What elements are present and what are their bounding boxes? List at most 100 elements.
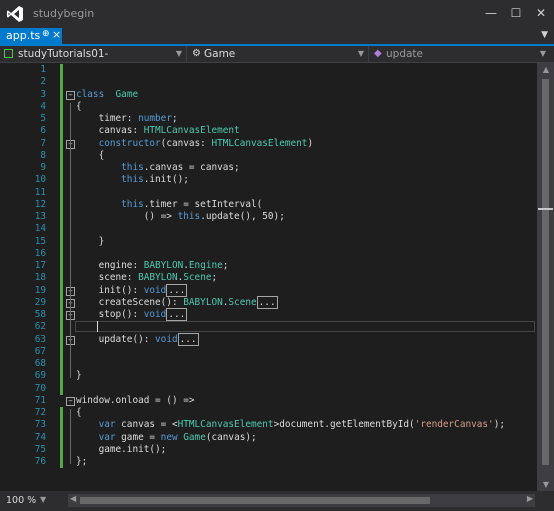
code-line[interactable]: window.onload = () => <box>76 395 195 406</box>
divider <box>368 46 369 62</box>
line-number: 8 <box>40 149 46 161</box>
zoom-chevron-down-icon[interactable]: ▼ <box>40 495 46 504</box>
scroll-right-arrow-icon[interactable]: ▶ <box>527 494 533 503</box>
line-number: 3 <box>40 88 46 100</box>
line-number: 62 <box>34 321 46 333</box>
title-bar: studybegin — ☐ ✕ <box>0 0 554 28</box>
code-line[interactable]: var canvas = <HTMLCanvasElement>document… <box>76 419 505 430</box>
code-line[interactable]: init(): void... <box>76 283 188 297</box>
code-line[interactable]: var game = new Game(canvas); <box>76 432 257 443</box>
line-number: 67 <box>34 345 46 357</box>
line-number: 63 <box>34 333 46 345</box>
tab-overflow-chevron-icon[interactable]: ▼ <box>541 30 548 40</box>
code-line[interactable]: stop(): void... <box>76 308 188 321</box>
outline-guide <box>70 151 71 244</box>
code-line[interactable]: } <box>76 236 105 247</box>
code-line[interactable]: canvas: HTMLCanvasElement <box>76 125 240 136</box>
code-editor[interactable]: 1 2 3 4 5 6 7 8 9 10 11 12 13 14 15 16 17 18 19 29 58 62 63 67 6… <box>0 63 537 491</box>
maximize-button[interactable]: ☐ <box>505 4 527 22</box>
chevron-down-icon: ▼ <box>539 49 546 58</box>
line-number: 18 <box>34 272 46 284</box>
code-line[interactable]: class Game <box>76 89 138 100</box>
line-number: 58 <box>34 309 46 320</box>
line-number: 17 <box>34 260 46 271</box>
code-line[interactable]: engine: BABYLON.Engine; <box>76 260 229 271</box>
code-line[interactable]: () => this.update(), 50); <box>76 211 285 222</box>
pin-icon[interactable]: ⊕ <box>42 29 50 39</box>
line-number: 16 <box>34 247 46 259</box>
code-line[interactable]: }; <box>76 456 87 467</box>
class-icon: ⚙ <box>192 48 201 59</box>
line-number: 72 <box>34 407 46 418</box>
project-icon <box>4 49 13 58</box>
line-number: 7 <box>40 137 46 149</box>
horizontal-scroll-thumb[interactable] <box>80 497 430 504</box>
line-number: 13 <box>34 211 46 222</box>
code-line[interactable]: constructor(canvas: HTMLCanvasElement) <box>76 138 314 149</box>
zoom-level[interactable]: 100 % <box>6 495 36 506</box>
line-number: 75 <box>34 443 46 455</box>
window-title: studybegin <box>33 7 95 20</box>
vertical-scrollbar[interactable]: ▲ ▼ <box>537 63 554 491</box>
line-number: 70 <box>34 382 46 394</box>
code-line[interactable]: this.canvas = canvas; <box>76 162 240 173</box>
line-number: 12 <box>34 198 46 210</box>
line-number: 2 <box>40 76 46 88</box>
line-number: 68 <box>34 358 46 369</box>
close-window-button[interactable]: ✕ <box>530 4 552 22</box>
collapse-icon[interactable]: − <box>66 396 75 406</box>
divider <box>186 46 187 62</box>
line-number: 71 <box>34 394 46 406</box>
line-number: 29 <box>34 296 46 308</box>
code-line[interactable]: update(): void... <box>76 332 199 346</box>
outline-guide <box>70 409 71 465</box>
tab-label: app.ts <box>6 29 41 42</box>
line-number: 9 <box>40 162 46 173</box>
navigation-bar: studyTutorials01-BasicElements ▼ ⚙ Game … <box>0 46 554 76</box>
line-number: 19 <box>34 284 46 296</box>
caret-position-marker <box>538 208 553 210</box>
method-icon: ◆ <box>374 48 382 59</box>
current-line-highlight <box>75 321 535 333</box>
chevron-down-icon: ▼ <box>357 49 364 58</box>
horizontal-scrollbar[interactable]: ◀ ▶ <box>68 494 535 507</box>
scroll-down-arrow-icon[interactable]: ▼ <box>541 480 551 489</box>
code-line[interactable]: { <box>76 150 105 161</box>
line-number: 1 <box>40 64 46 75</box>
code-line[interactable]: this.init(); <box>76 174 189 185</box>
line-number: 76 <box>34 456 46 467</box>
editor-bottom-bar: 100 % ▼ ◀ ▶ <box>0 491 554 511</box>
code-line[interactable]: createScene(): BABYLON.Scene... <box>76 295 278 309</box>
visual-studio-logo-icon <box>7 6 23 22</box>
line-number: 4 <box>40 100 46 112</box>
method-dropdown[interactable]: ◆ update ▼ <box>372 46 548 62</box>
change-indicator-bar <box>60 407 63 469</box>
collapse-icon[interactable]: − <box>66 90 75 100</box>
close-tab-icon[interactable]: × <box>52 28 61 41</box>
member-dropdown[interactable]: ⚙ Game ▼ <box>190 46 366 62</box>
text-caret <box>97 321 98 333</box>
line-number: 10 <box>34 174 46 186</box>
code-line[interactable]: } <box>76 370 82 381</box>
code-line[interactable]: scene: BABYLON.Scene; <box>76 272 218 283</box>
chevron-down-icon: ▼ <box>175 49 182 58</box>
code-line[interactable]: game.init(); <box>76 444 167 455</box>
minimize-button[interactable]: — <box>480 4 502 22</box>
change-indicator-bar <box>60 64 63 395</box>
line-number: 11 <box>34 186 46 198</box>
code-line[interactable]: { <box>76 407 82 418</box>
scroll-left-arrow-icon[interactable]: ◀ <box>70 494 76 503</box>
scroll-up-arrow-icon[interactable]: ▲ <box>541 65 551 74</box>
code-line[interactable]: { <box>76 101 82 112</box>
tab-app-ts[interactable]: app.ts ⊕ × <box>0 28 62 44</box>
line-number: 73 <box>34 419 46 431</box>
code-line[interactable]: timer: number; <box>76 113 178 124</box>
line-number: 6 <box>40 125 46 137</box>
line-number: 69 <box>34 370 46 382</box>
line-number: 74 <box>34 431 46 443</box>
vertical-scroll-thumb[interactable] <box>542 79 549 465</box>
project-dropdown[interactable]: studyTutorials01-BasicElements ▼ <box>2 46 184 76</box>
code-line[interactable]: this.timer = setInterval( <box>76 199 262 210</box>
member-label: Game <box>204 48 236 60</box>
method-label: update <box>386 48 423 60</box>
